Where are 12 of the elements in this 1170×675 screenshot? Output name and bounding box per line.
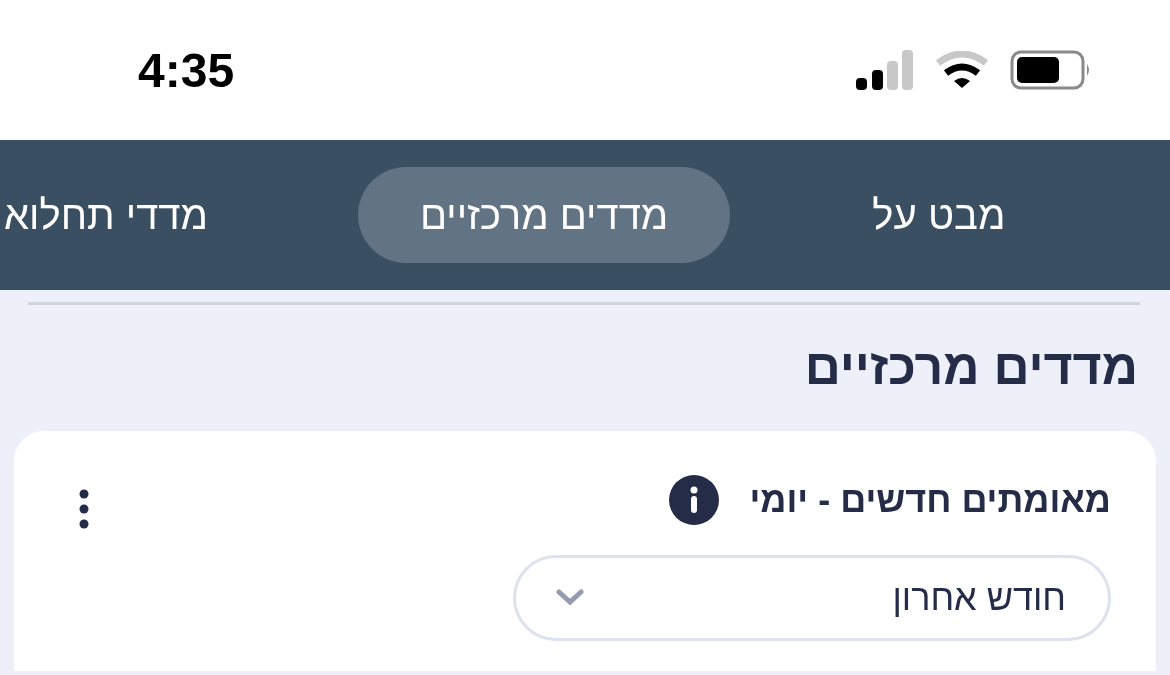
signal-icon [856, 50, 914, 90]
battery-icon [1010, 50, 1092, 90]
page-heading: מדדים מרכזיים [803, 338, 1138, 397]
card-title: מאומתים חדשים - יומי [749, 479, 1111, 521]
period-dropdown[interactable]: חודש אחרון [513, 555, 1111, 641]
chevron-down-icon [556, 589, 584, 607]
nav-tab[interactable]: מבט על [872, 167, 1006, 263]
nav-tab[interactable]: מדדים מרכזיים [358, 167, 731, 263]
nav-tab[interactable]: מדדי תחלוא [4, 167, 208, 263]
info-icon[interactable] [669, 475, 720, 525]
wifi-icon [936, 51, 988, 89]
clock-time: 4:35 [138, 42, 235, 98]
